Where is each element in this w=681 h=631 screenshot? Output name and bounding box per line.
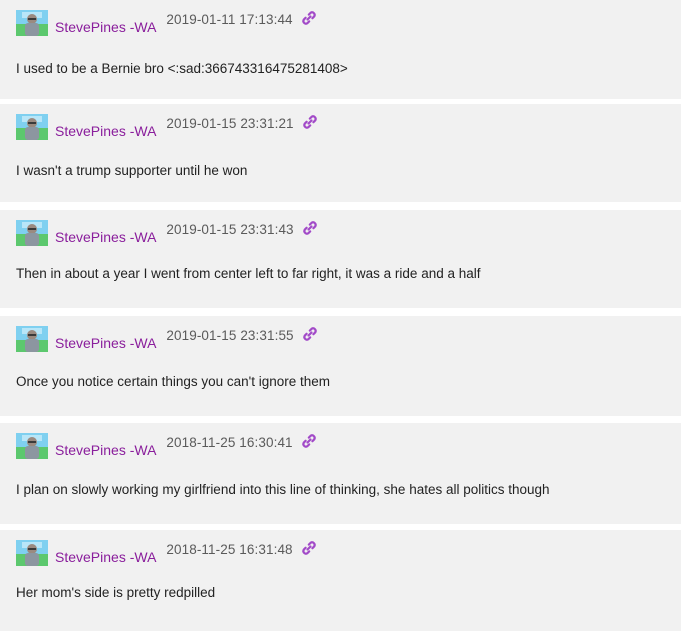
message-text: I wasn't a trump supporter until he won [16, 163, 248, 178]
message-header: StevePines -WA 2018-11-25 16:30:41 [16, 433, 317, 459]
message-header: StevePines -WA 2019-01-15 23:31:43 [16, 220, 318, 246]
message-text: Once you notice certain things you can't… [16, 374, 331, 389]
message: StevePines -WA 2019-01-15 23:31:55 Once … [0, 316, 681, 416]
message-text: I plan on slowly working my girlfriend i… [16, 482, 550, 497]
author-name[interactable]: StevePines -WA [55, 19, 156, 35]
author-name[interactable]: StevePines -WA [55, 442, 156, 458]
avatar[interactable] [16, 540, 48, 566]
message-feed: StevePines -WA 2019-01-11 17:13:44 I use… [0, 0, 681, 631]
link-icon[interactable] [301, 10, 317, 26]
timestamp: 2019-01-15 23:31:55 [166, 328, 294, 343]
message-header: StevePines -WA 2018-11-25 16:31:48 [16, 540, 317, 566]
avatar[interactable] [16, 10, 48, 36]
timestamp: 2018-11-25 16:30:41 [166, 435, 293, 450]
link-icon[interactable] [302, 220, 318, 236]
avatar[interactable] [16, 433, 48, 459]
avatar[interactable] [16, 220, 48, 246]
link-icon[interactable] [302, 114, 318, 130]
message-text: Then in about a year I went from center … [16, 266, 481, 281]
author-name[interactable]: StevePines -WA [55, 123, 156, 139]
message-header: StevePines -WA 2019-01-15 23:31:21 [16, 114, 318, 140]
avatar[interactable] [16, 326, 48, 352]
message: StevePines -WA 2018-11-25 16:31:48 Her m… [0, 530, 681, 631]
author-name[interactable]: StevePines -WA [55, 335, 156, 351]
message: StevePines -WA 2018-11-25 16:30:41 I pla… [0, 423, 681, 524]
message: StevePines -WA 2019-01-15 23:31:43 Then … [0, 210, 681, 308]
message-text: Her mom's side is pretty redpilled [16, 585, 216, 600]
timestamp: 2019-01-15 23:31:43 [166, 222, 294, 237]
timestamp: 2019-01-15 23:31:21 [166, 116, 294, 131]
author-name[interactable]: StevePines -WA [55, 549, 156, 565]
message-header: StevePines -WA 2019-01-15 23:31:55 [16, 326, 318, 352]
message-text: I used to be a Bernie bro <:sad:36674331… [16, 61, 348, 76]
link-icon[interactable] [301, 540, 317, 556]
message: StevePines -WA 2019-01-11 17:13:44 I use… [0, 0, 681, 99]
timestamp: 2018-11-25 16:31:48 [166, 542, 293, 557]
author-name[interactable]: StevePines -WA [55, 229, 156, 245]
avatar[interactable] [16, 114, 48, 140]
link-icon[interactable] [301, 433, 317, 449]
message: StevePines -WA 2019-01-15 23:31:21 I was… [0, 104, 681, 202]
timestamp: 2019-01-11 17:13:44 [166, 12, 293, 27]
message-header: StevePines -WA 2019-01-11 17:13:44 [16, 10, 317, 36]
link-icon[interactable] [302, 326, 318, 342]
